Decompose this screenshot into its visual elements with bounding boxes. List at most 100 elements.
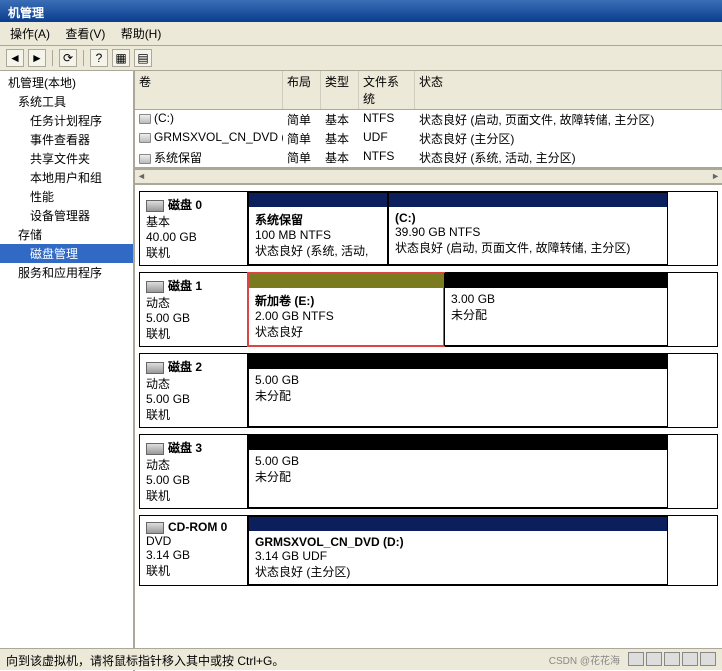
disk-row[interactable]: 磁盘 2 动态 5.00 GB 联机 5.00 GB 未分配 <box>139 353 718 428</box>
disk-size: 5.00 GB <box>146 473 241 487</box>
partition-size: 39.90 GB NTFS <box>395 225 661 239</box>
partition-status: 未分配 <box>255 387 661 404</box>
volume-icon <box>139 154 151 164</box>
tree-dev-mgr[interactable]: 设备管理器 <box>0 206 133 225</box>
sb-icon[interactable] <box>628 652 644 666</box>
partition-status: 状态良好 (系统, 活动, <box>255 242 381 259</box>
col-status[interactable]: 状态 <box>415 71 722 109</box>
partition-size: 100 MB NTFS <box>255 228 381 242</box>
disk-name: 磁盘 1 <box>168 279 202 293</box>
status-text: 向到该虚拟机，请将鼠标指针移入其中或按 Ctrl+G。 <box>6 652 284 667</box>
volume-icon <box>139 114 151 124</box>
tree-perf[interactable]: 性能 <box>0 187 133 206</box>
menu-view[interactable]: 查看(V) <box>59 25 111 43</box>
partition[interactable]: 5.00 GB 未分配 <box>248 354 668 427</box>
tree-shared[interactable]: 共享文件夹 <box>0 149 133 168</box>
partition-title: 系统保留 <box>255 211 381 228</box>
disk-icon <box>146 522 164 534</box>
disk-partitions: 新加卷 (E:) 2.00 GB NTFS 状态良好 3.00 GB 未分配 <box>248 273 717 346</box>
menu-help[interactable]: 帮助(H) <box>115 25 168 43</box>
partition-title: (C:) <box>395 211 661 225</box>
disk-size: 5.00 GB <box>146 392 241 406</box>
disk-graphical-view[interactable]: 磁盘 0 基本 40.00 GB 联机 系统保留 100 MB NTFS 状态良… <box>135 185 722 671</box>
volume-list[interactable]: 卷 布局 类型 文件系统 状态 (C:)简单基本NTFS状态良好 (启动, 页面… <box>135 71 722 169</box>
partition-title: GRMSXVOL_CN_DVD (D:) <box>255 535 661 549</box>
window-titlebar: 机管理 <box>0 0 722 22</box>
disk-info: CD-ROM 0 DVD 3.14 GB 联机 <box>140 516 248 585</box>
disk-kind: 基本 <box>146 213 241 230</box>
partition[interactable]: 5.00 GB 未分配 <box>248 435 668 508</box>
volume-row[interactable]: GRMSXVOL_CN_DVD (D:)简单基本UDF状态良好 (主分区) <box>135 129 722 148</box>
tree-storage[interactable]: 存储 <box>0 225 133 244</box>
detail-button[interactable]: ▤ <box>134 49 152 67</box>
menu-bar: 操作(A) 查看(V) 帮助(H) <box>0 22 722 46</box>
partition-size: 3.14 GB UDF <box>255 549 661 563</box>
sb-icon[interactable] <box>700 652 716 666</box>
disk-info: 磁盘 0 基本 40.00 GB 联机 <box>140 192 248 265</box>
forward-button[interactable]: ► <box>28 49 46 67</box>
tree-sys-tools[interactable]: 系统工具 <box>0 92 133 111</box>
disk-name: 磁盘 3 <box>168 441 202 455</box>
tree-event-viewer[interactable]: 事件查看器 <box>0 130 133 149</box>
col-volume[interactable]: 卷 <box>135 71 283 109</box>
disk-icon <box>146 200 164 212</box>
partition-size: 2.00 GB NTFS <box>255 309 437 323</box>
disk-state: 联机 <box>146 325 241 342</box>
help-button[interactable]: ? <box>90 49 108 67</box>
sb-icon[interactable] <box>682 652 698 666</box>
disk-name: 磁盘 2 <box>168 360 202 374</box>
disk-info: 磁盘 2 动态 5.00 GB 联机 <box>140 354 248 427</box>
partition-size: 5.00 GB <box>255 373 661 387</box>
disk-icon <box>146 443 164 455</box>
watermark: CSDN @花花海 <box>549 652 620 667</box>
partition[interactable]: 3.00 GB 未分配 <box>444 273 668 346</box>
disk-state: 联机 <box>146 562 241 579</box>
sb-icon[interactable] <box>646 652 662 666</box>
volume-row[interactable]: (C:)简单基本NTFS状态良好 (启动, 页面文件, 故障转储, 主分区) <box>135 110 722 129</box>
partition[interactable]: GRMSXVOL_CN_DVD (D:) 3.14 GB UDF 状态良好 (主… <box>248 516 668 585</box>
partition[interactable]: 新加卷 (E:) 2.00 GB NTFS 状态良好 <box>248 273 444 346</box>
partition-status: 状态良好 (主分区) <box>255 563 661 580</box>
disk-partitions: GRMSXVOL_CN_DVD (D:) 3.14 GB UDF 状态良好 (主… <box>248 516 717 585</box>
partition[interactable]: 系统保留 100 MB NTFS 状态良好 (系统, 活动, <box>248 192 388 265</box>
tree-task-sched[interactable]: 任务计划程序 <box>0 111 133 130</box>
menu-action[interactable]: 操作(A) <box>4 25 56 43</box>
tree-svc-apps[interactable]: 服务和应用程序 <box>0 263 133 282</box>
tree-root[interactable]: 机管理(本地) <box>0 73 133 92</box>
back-button[interactable]: ◄ <box>6 49 24 67</box>
disk-state: 联机 <box>146 244 241 261</box>
sb-icon[interactable] <box>664 652 680 666</box>
disk-size: 3.14 GB <box>146 548 241 562</box>
disk-row[interactable]: CD-ROM 0 DVD 3.14 GB 联机 GRMSXVOL_CN_DVD … <box>139 515 718 586</box>
disk-icon <box>146 281 164 293</box>
h-scrollbar[interactable] <box>135 169 722 185</box>
disk-kind: DVD <box>146 534 241 548</box>
col-type[interactable]: 类型 <box>321 71 359 109</box>
disk-row[interactable]: 磁盘 3 动态 5.00 GB 联机 5.00 GB 未分配 <box>139 434 718 509</box>
partition-status: 未分配 <box>451 306 661 323</box>
disk-partitions: 5.00 GB 未分配 <box>248 354 717 427</box>
volume-row[interactable]: 系统保留简单基本NTFS状态良好 (系统, 活动, 主分区) <box>135 148 722 167</box>
partition-bar <box>249 517 667 531</box>
disk-size: 40.00 GB <box>146 230 241 244</box>
disk-name: CD-ROM 0 <box>168 520 227 534</box>
nav-tree[interactable]: 机管理(本地) 系统工具 任务计划程序 事件查看器 共享文件夹 本地用户和组 性… <box>0 71 135 671</box>
disk-row[interactable]: 磁盘 0 基本 40.00 GB 联机 系统保留 100 MB NTFS 状态良… <box>139 191 718 266</box>
disk-info: 磁盘 3 动态 5.00 GB 联机 <box>140 435 248 508</box>
partition-title: 新加卷 (E:) <box>255 292 437 309</box>
toolbar: ◄ ► ⟳ ? ▦ ▤ <box>0 46 722 71</box>
partition-bar <box>249 355 667 369</box>
disk-row[interactable]: 磁盘 1 动态 5.00 GB 联机 新加卷 (E:) 2.00 GB NTFS… <box>139 272 718 347</box>
list-button[interactable]: ▦ <box>112 49 130 67</box>
col-fs[interactable]: 文件系统 <box>359 71 415 109</box>
disk-state: 联机 <box>146 487 241 504</box>
refresh-button[interactable]: ⟳ <box>59 49 77 67</box>
partition-bar <box>249 193 387 207</box>
disk-size: 5.00 GB <box>146 311 241 325</box>
partition[interactable]: (C:) 39.90 GB NTFS 状态良好 (启动, 页面文件, 故障转储,… <box>388 192 668 265</box>
tree-local-users[interactable]: 本地用户和组 <box>0 168 133 187</box>
tree-disk-mgmt[interactable]: 磁盘管理 <box>0 244 133 263</box>
col-layout[interactable]: 布局 <box>283 71 321 109</box>
partition-status: 未分配 <box>255 468 661 485</box>
volume-header: 卷 布局 类型 文件系统 状态 <box>135 71 722 110</box>
